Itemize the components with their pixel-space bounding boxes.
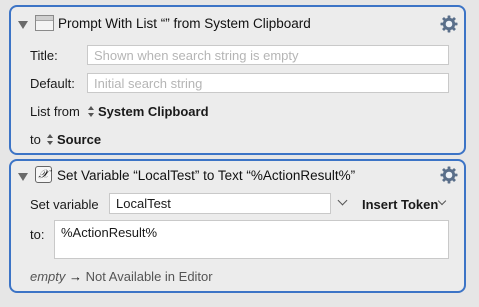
to-popup[interactable]: Source (47, 132, 101, 147)
gear-icon[interactable] (440, 15, 458, 33)
default-field[interactable]: Initial search string (87, 73, 449, 93)
chevron-down-icon[interactable] (437, 196, 447, 206)
window-icon (35, 15, 54, 31)
insert-token-button[interactable]: Insert Token (362, 197, 438, 212)
disclosure-triangle-icon[interactable] (18, 21, 28, 29)
list-from-label: List from (30, 104, 80, 119)
variable-icon: 𝒳 (35, 166, 52, 183)
to-label: to: (30, 227, 45, 242)
updown-arrows-icon (47, 134, 54, 145)
action-title: Prompt With List “” from System Clipboar… (58, 16, 311, 31)
action-title: Set Variable “LocalTest” to Text “%Actio… (57, 168, 356, 183)
gear-icon[interactable] (440, 166, 458, 184)
variable-name-field[interactable]: LocalTest (109, 193, 331, 214)
list-from-value: System Clipboard (98, 104, 209, 119)
set-variable-label: Set variable (30, 197, 99, 212)
default-label: Default: (30, 76, 75, 91)
action-set-variable[interactable]: 𝒳 Set Variable “LocalTest” to Text “%Act… (9, 159, 466, 293)
insert-token-label: Insert Token (362, 197, 439, 212)
title-label: Title: (30, 48, 58, 63)
default-placeholder: Initial search string (94, 76, 203, 91)
list-from-popup[interactable]: System Clipboard (88, 104, 209, 119)
footer-empty: empty (30, 269, 66, 284)
action-prompt-with-list[interactable]: Prompt With List “” from System Clipboar… (9, 5, 466, 155)
chevron-down-icon[interactable] (337, 195, 348, 206)
text-value-field[interactable]: %ActionResult% (54, 220, 449, 259)
title-field[interactable]: Shown when search string is empty (87, 45, 449, 65)
to-label: to (30, 132, 41, 147)
updown-arrows-icon (88, 106, 95, 117)
to-value: Source (57, 132, 102, 147)
footer-text: Not Available in Editor (85, 269, 213, 284)
footer-status: empty → Not Available in Editor (30, 269, 213, 284)
disclosure-triangle-icon[interactable] (18, 173, 28, 181)
title-placeholder: Shown when search string is empty (94, 48, 299, 63)
arrow-icon: → (69, 269, 83, 284)
